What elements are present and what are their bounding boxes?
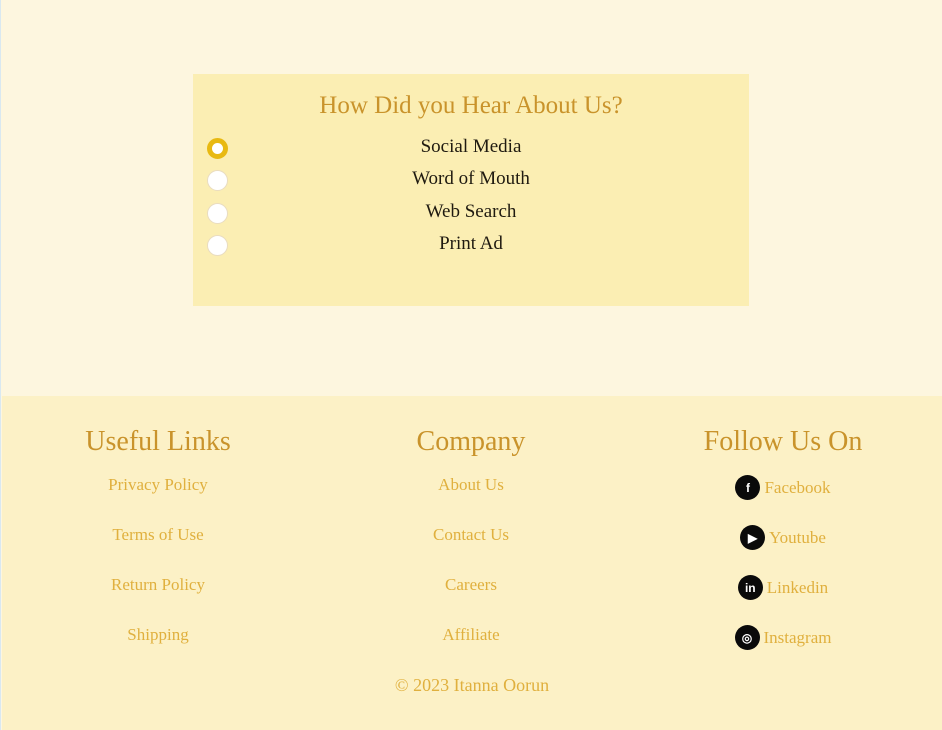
youtube-label: Youtube: [769, 527, 826, 547]
facebook-label: Facebook: [764, 477, 831, 497]
instagram-link[interactable]: ◎ Instagram: [633, 625, 933, 655]
follow-title: Follow Us On: [703, 426, 863, 457]
page: How Did you Hear About Us? Social Media …: [0, 0, 942, 730]
affiliate-link[interactable]: Affiliate: [321, 625, 621, 645]
youtube-icon: ▶: [740, 525, 766, 550]
survey-card: How Did you Hear About Us? Social Media …: [193, 74, 749, 306]
survey-title: How Did you Hear About Us?: [319, 92, 623, 119]
useful-links-title: Useful Links: [85, 426, 231, 457]
youtube-link[interactable]: ▶ Youtube: [633, 525, 933, 555]
instagram-icon: ◎: [734, 625, 760, 650]
option-web-search[interactable]: Web Search: [193, 201, 749, 225]
terms-of-use-link[interactable]: Terms of Use: [8, 525, 308, 545]
option-label: Social Media: [420, 136, 522, 157]
shipping-link[interactable]: Shipping: [8, 625, 308, 645]
contact-us-link[interactable]: Contact Us: [321, 525, 621, 545]
option-label: Print Ad: [439, 233, 503, 254]
company-title: Company: [416, 426, 526, 457]
linkedin-icon: in: [737, 575, 763, 600]
facebook-link[interactable]: f Facebook: [633, 475, 933, 505]
facebook-icon: f: [735, 475, 761, 500]
linkedin-link[interactable]: in Linkedin: [633, 575, 933, 605]
copyright: © 2023 Itanna Oorun: [394, 675, 550, 695]
careers-link[interactable]: Careers: [321, 575, 621, 595]
option-label: Web Search: [425, 201, 517, 222]
option-word-of-mouth[interactable]: Word of Mouth: [193, 168, 749, 192]
return-policy-link[interactable]: Return Policy: [8, 575, 308, 595]
about-us-link[interactable]: About Us: [321, 475, 621, 495]
option-print-ad[interactable]: Print Ad: [193, 233, 749, 257]
instagram-label: Instagram: [763, 627, 832, 647]
linkedin-label: Linkedin: [766, 577, 829, 597]
privacy-policy-link[interactable]: Privacy Policy: [8, 475, 308, 495]
footer: Useful Links Privacy Policy Terms of Use…: [2, 396, 942, 730]
option-social-media[interactable]: Social Media: [193, 136, 749, 160]
option-label: Word of Mouth: [412, 168, 530, 189]
